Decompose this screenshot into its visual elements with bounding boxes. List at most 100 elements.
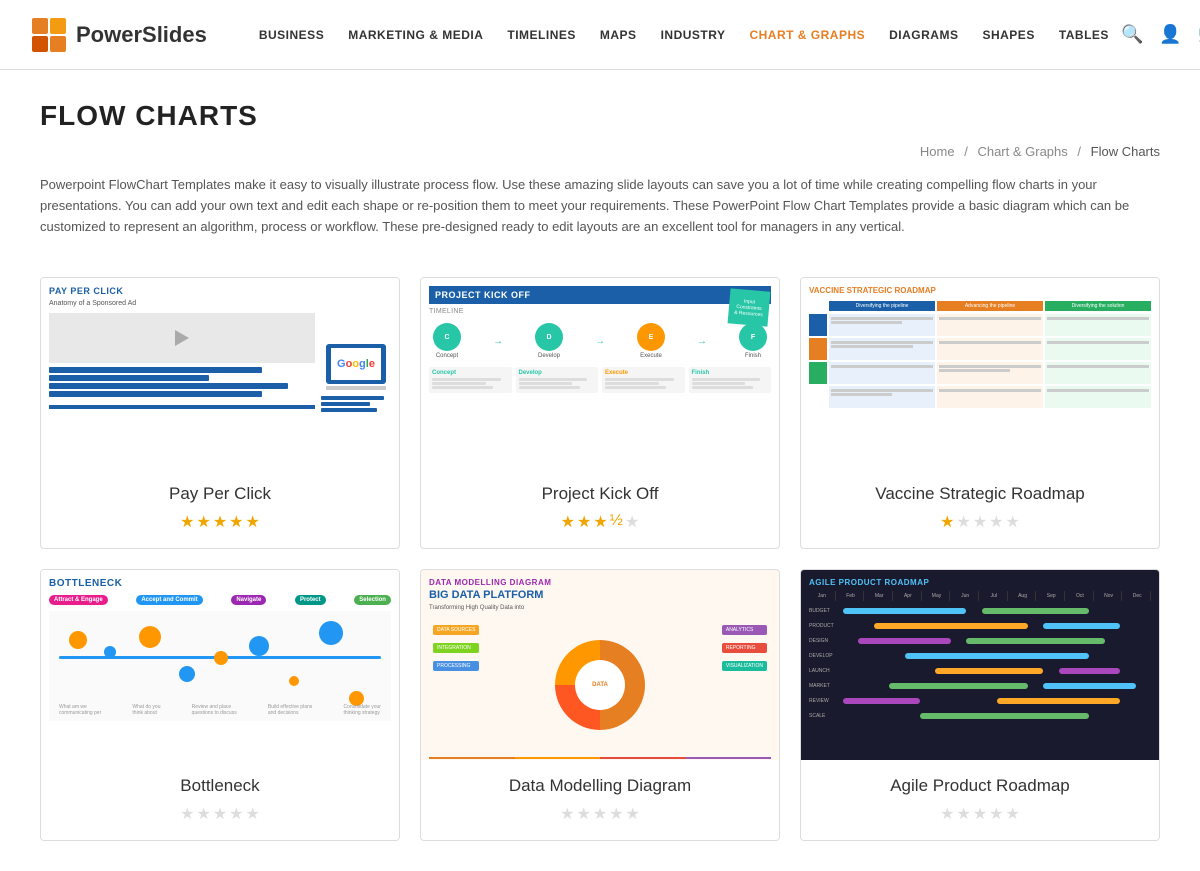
btn-dot-3 xyxy=(139,626,161,648)
btn-dot-8 xyxy=(319,621,343,645)
ar-gantt-row-4: DEVELOP xyxy=(809,650,1151,662)
dm-bottom-labels: DATA PROVISION OUR BIG DATA PLATFORM BIG… xyxy=(429,757,771,760)
page-title: FLOW CHARTS xyxy=(40,100,1160,132)
product-thumbnail-ar: AGILE PRODUCT ROADMAP Jan Feb Mar Apr Ma… xyxy=(801,570,1159,760)
product-card-data-modelling[interactable]: DATA MODELLING DIAGRAM BIG DATA PLATFORM… xyxy=(420,569,780,841)
dm-donut-inner: DATA xyxy=(575,660,625,710)
ar-bar-6a xyxy=(889,683,1028,689)
pko-detail-title-1: Concept xyxy=(432,370,509,376)
ar-bar-8a xyxy=(920,713,1089,719)
vsr-row-1 xyxy=(809,314,1151,336)
star-3: ★ xyxy=(213,804,227,824)
btn-slide-title: BOTTLENECK xyxy=(49,578,391,589)
dm-label-3: PROCESSING xyxy=(433,661,479,671)
vsr-cell-4-3 xyxy=(1045,386,1151,408)
star-2: ★ xyxy=(956,804,970,824)
star-2: ★ xyxy=(956,512,970,532)
ar-bar-2a xyxy=(874,623,1028,629)
nav-marketing[interactable]: MARKETING & MEDIA xyxy=(336,28,495,42)
laptop-screen: Google xyxy=(331,348,381,380)
ar-label-5: LAUNCH xyxy=(809,668,839,674)
ar-label-2: PRODUCT xyxy=(809,623,839,629)
btn-dot-1 xyxy=(69,631,87,649)
ar-bar-2b xyxy=(1043,623,1120,629)
logo-text: PowerSlides xyxy=(76,22,207,48)
nav-chart-graphs[interactable]: CHART & GRAPHS xyxy=(737,28,877,42)
btn-stages-row: Attract & Engage Accept and Commit Navig… xyxy=(49,595,391,605)
nav-timelines[interactable]: TIMELINES xyxy=(495,28,588,42)
pko-detail-title-4: Finish xyxy=(692,370,769,376)
nav-maps[interactable]: MAPS xyxy=(588,28,649,42)
ar-slide-title: AGILE PRODUCT ROADMAP xyxy=(809,578,1151,587)
breadcrumb-parent[interactable]: Chart & Graphs xyxy=(977,144,1067,159)
ar-month-jan: Jan xyxy=(809,591,836,601)
btn-dot-7 xyxy=(289,676,299,686)
dm-left-labels: DATA SOURCES INTEGRATION PROCESSING xyxy=(433,625,479,671)
dm-tagline: Transforming High Quality Data into xyxy=(429,605,771,611)
vsr-col2: Advancing the pipeline xyxy=(937,301,1043,311)
nav-industry[interactable]: INDUSTRY xyxy=(649,28,738,42)
product-card-project-kick-off[interactable]: InputConstraints& Resources PROJECT KICK… xyxy=(420,277,780,549)
star-1: ★ xyxy=(561,512,575,532)
ar-month-sep: Sep xyxy=(1038,591,1065,601)
nav-diagrams[interactable]: DIAGRAMS xyxy=(877,28,970,42)
ppc-body: Google xyxy=(49,313,391,443)
user-icon[interactable]: 👤 xyxy=(1159,24,1181,45)
ar-bar-3b xyxy=(966,638,1105,644)
ar-gantt-row-5: LAUNCH xyxy=(809,665,1151,677)
vsr-row-4 xyxy=(809,386,1151,408)
pko-sticky-note: InputConstraints& Resources xyxy=(728,289,771,327)
nav-tables[interactable]: TABLES xyxy=(1047,28,1121,42)
ppc-play-icon xyxy=(175,330,189,346)
product-card-bottleneck[interactable]: BOTTLENECK Attract & Engage Accept and C… xyxy=(40,569,400,841)
pko-stage-1: C Concept xyxy=(433,323,461,359)
vsr-cell-3-1 xyxy=(829,362,935,384)
ppc-stat-bar-3 xyxy=(321,408,377,412)
ar-gantt-rows: BUDGET PRODUCT xyxy=(809,605,1151,722)
ppc-bar-2 xyxy=(49,375,209,381)
star-3: ★ xyxy=(973,804,987,824)
laptop-base xyxy=(326,386,386,390)
product-thumbnail-bottleneck: BOTTLENECK Attract & Engage Accept and C… xyxy=(41,570,399,760)
ppc-slide-subtitle: Anatomy of a Sponsored Ad xyxy=(49,300,391,307)
page-description: Powerpoint FlowChart Templates make it e… xyxy=(40,175,1160,237)
product-card-vaccine-roadmap[interactable]: VACCINE STRATEGIC ROADMAP Diversifying t… xyxy=(800,277,1160,549)
product-card-agile-roadmap[interactable]: AGILE PRODUCT ROADMAP Jan Feb Mar Apr Ma… xyxy=(800,569,1160,841)
dm-donut-outer: DATA xyxy=(555,640,645,730)
ar-gantt-row-6: MARKET xyxy=(809,680,1151,692)
product-card-pay-per-click[interactable]: PAY PER CLICK Anatomy of a Sponsored Ad xyxy=(40,277,400,549)
vsr-cell-4-2 xyxy=(937,386,1043,408)
vsr-header-row: Diversifying the pipeline Advancing the … xyxy=(809,301,1151,311)
star-1: ★ xyxy=(940,512,954,532)
stars-pko: ★ ★ ★ ½ ★ xyxy=(437,512,763,532)
search-icon[interactable]: 🔍 xyxy=(1121,24,1143,45)
star-3: ★ xyxy=(593,512,607,532)
breadcrumb-home[interactable]: Home xyxy=(920,144,955,159)
btn-scatter-labels: What am wecommunicating per What do yout… xyxy=(49,704,391,716)
logo[interactable]: PowerSlides xyxy=(30,16,207,54)
nav-shapes[interactable]: SHAPES xyxy=(970,28,1046,42)
ar-gantt-row-1: BUDGET xyxy=(809,605,1151,617)
stars-dm: ★ ★ ★ ★ ★ xyxy=(437,804,763,824)
dm-right-labels: ANALYTICS REPORTING VISUALIZATION xyxy=(722,625,767,671)
pko-stage-2: D Develop xyxy=(535,323,563,359)
star-1: ★ xyxy=(180,512,194,532)
pko-circle-2: D xyxy=(535,323,563,351)
vsr-col3: Diversifying the solution xyxy=(1045,301,1151,311)
stars-bottleneck: ★ ★ ★ ★ ★ xyxy=(57,804,383,824)
product-info-bottleneck: Bottleneck ★ ★ ★ ★ ★ xyxy=(41,760,399,840)
pko-detail-1: Concept xyxy=(429,367,512,393)
stars-ar: ★ ★ ★ ★ ★ xyxy=(817,804,1143,824)
ar-bar-container-6 xyxy=(843,682,1151,690)
dm-label-5: REPORTING xyxy=(722,643,767,653)
star-3: ★ xyxy=(593,804,607,824)
ar-bar-7a xyxy=(843,698,920,704)
product-info-vsr: Vaccine Strategic Roadmap ★ ★ ★ ★ ★ xyxy=(801,468,1159,548)
product-name-ar: Agile Product Roadmap xyxy=(817,776,1143,796)
stars-ppc: ★ ★ ★ ★ ★ xyxy=(57,512,383,532)
pko-detail-4: Finish xyxy=(689,367,772,393)
ar-label-8: SCALE xyxy=(809,713,839,719)
main-nav: BUSINESS MARKETING & MEDIA TIMELINES MAP… xyxy=(247,28,1121,42)
dm-label-1: DATA SOURCES xyxy=(433,625,479,635)
nav-business[interactable]: BUSINESS xyxy=(247,28,336,42)
